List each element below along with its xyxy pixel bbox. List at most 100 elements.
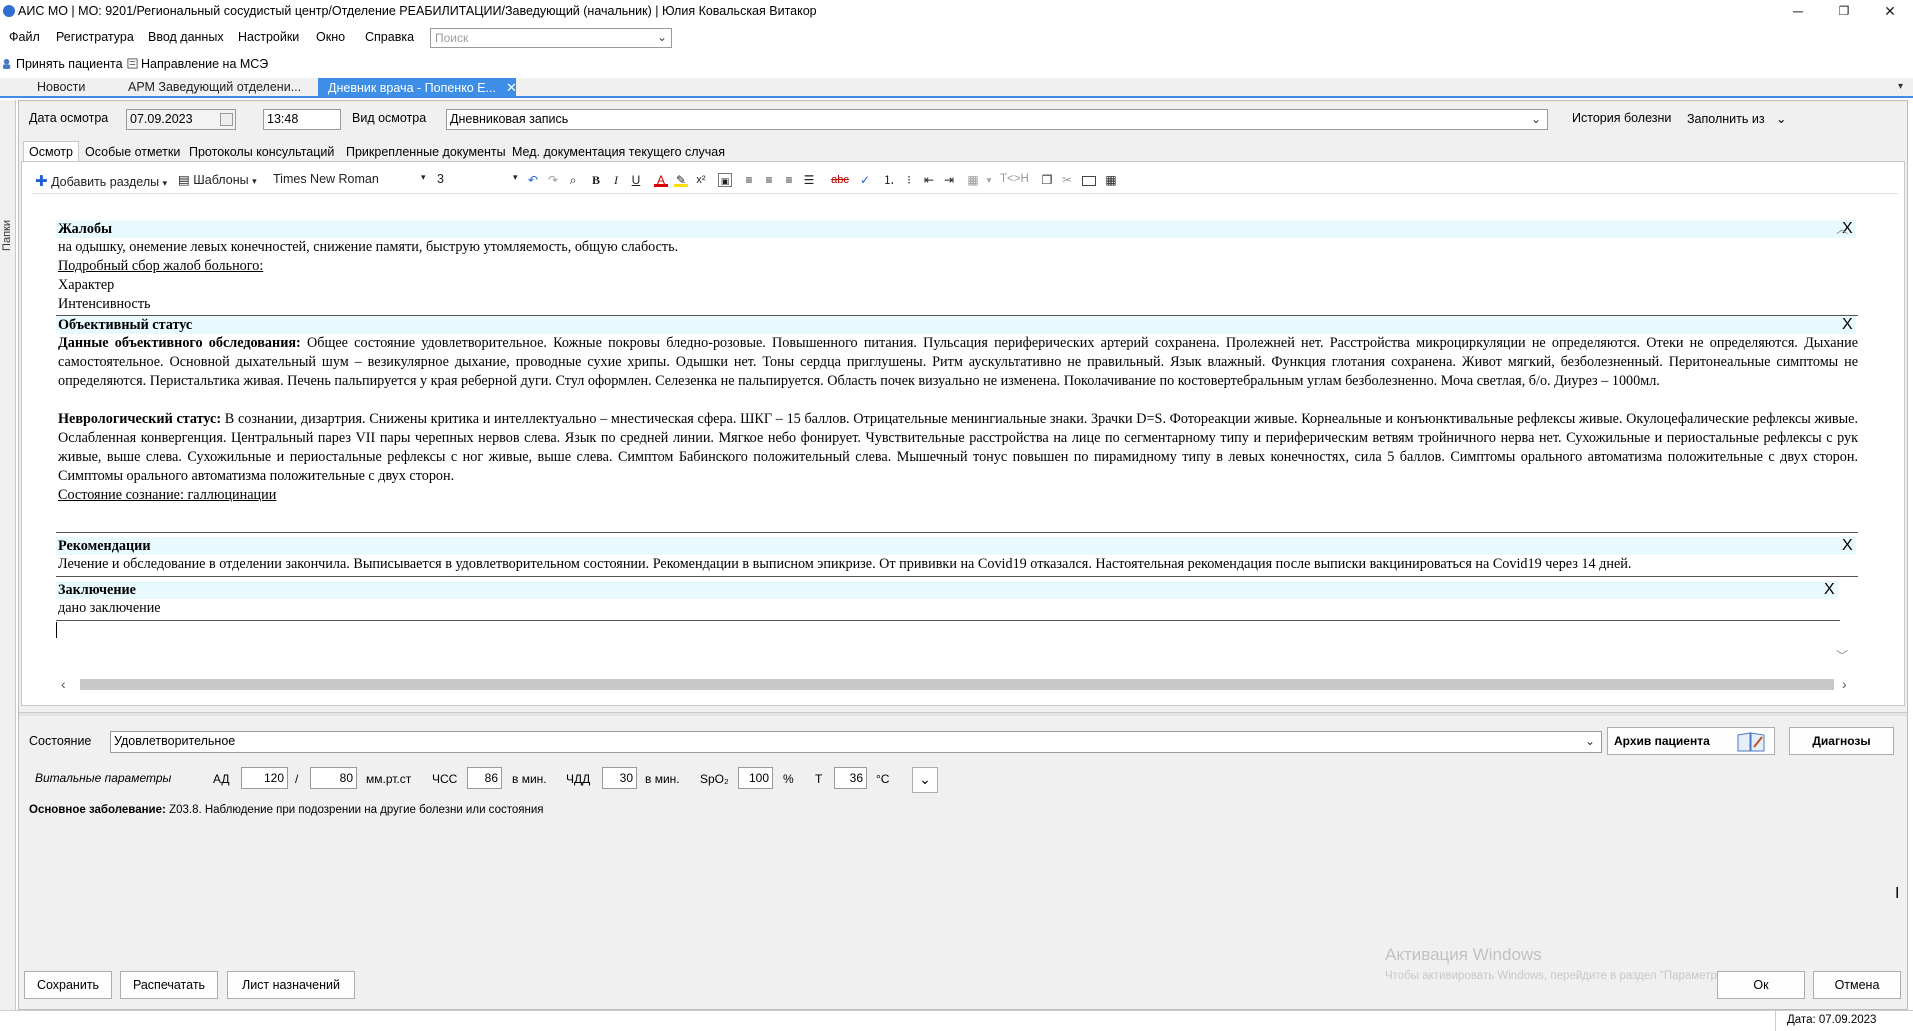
state-select[interactable]: Удовлетворительное ⌄ xyxy=(110,731,1602,753)
temp-label: Т xyxy=(815,772,823,786)
title-bar: АИС МО | МО: 9201/Региональный сосудисты… xyxy=(0,0,1913,24)
minimize-button[interactable]: ─ xyxy=(1775,0,1821,24)
exam-type-select[interactable]: Дневниковая запись ⌄ xyxy=(446,109,1548,130)
align-center-icon[interactable]: ≡ xyxy=(762,173,776,187)
insert-table-icon[interactable]: ▦ xyxy=(1104,173,1118,187)
fill-from-button[interactable]: Заполнить из ⌄ xyxy=(1687,111,1787,126)
search-input[interactable]: Поиск ⌄ xyxy=(430,28,672,48)
template-icon: ▤ xyxy=(178,173,190,187)
chevron-down-icon: ⌄ xyxy=(919,771,931,787)
temp-input[interactable]: 36 xyxy=(834,767,867,789)
main-disease-value: Z03.8. Наблюдение при подозрении на друг… xyxy=(169,804,544,816)
copy-icon[interactable]: ❐ xyxy=(1040,173,1054,187)
ok-button[interactable]: Ок xyxy=(1717,971,1805,999)
exam-time-field[interactable]: 13:48 xyxy=(263,109,341,130)
redo-icon[interactable]: ↷ xyxy=(546,173,560,187)
left-folders-panel[interactable]: Папки xyxy=(0,100,16,1010)
align-justify-icon[interactable]: ☰ xyxy=(802,173,816,187)
calendar-icon[interactable] xyxy=(220,113,233,126)
splitter[interactable] xyxy=(19,712,1907,716)
scroll-left-icon[interactable]: ‹ xyxy=(61,676,66,692)
add-sections-button[interactable]: ✚ Добавить разделы ▾ xyxy=(35,172,167,190)
tab-doctor-diary[interactable]: Дневник врача - Попенко Е... ✕ xyxy=(318,78,517,98)
paste-icon[interactable]: ▦ xyxy=(966,173,980,187)
bp-unit: мм.рт.ст xyxy=(366,772,412,786)
accept-patient-button[interactable]: Принять пациента xyxy=(2,57,123,71)
italic-button[interactable]: I xyxy=(609,173,623,187)
scroll-down-icon[interactable]: ﹀ xyxy=(1836,647,1850,664)
spo2-label: SpO₂ xyxy=(700,772,729,786)
document-editor[interactable]: Жалобы X на одышку, онемение левых конеч… xyxy=(36,214,1858,676)
outdent-icon[interactable]: ⇤ xyxy=(922,173,936,187)
bp-diastolic-input[interactable]: 80 xyxy=(310,767,357,789)
align-right-icon[interactable]: ≡ xyxy=(782,173,796,187)
spo2-input[interactable]: 100 xyxy=(738,767,773,789)
subtab-special-marks[interactable]: Особые отметки xyxy=(79,141,186,162)
section-divider xyxy=(56,532,1858,533)
rr-input[interactable]: 30 xyxy=(602,767,637,789)
clear-format-icon[interactable]: abc xyxy=(826,173,854,187)
section-recommendations-title: Рекомендации xyxy=(58,538,151,554)
subtab-attached-docs[interactable]: Прикрепленные документы xyxy=(340,141,512,162)
print-button[interactable]: Распечатать xyxy=(120,971,218,999)
close-tab-icon[interactable]: ✕ xyxy=(506,80,517,95)
save-button[interactable]: Сохранить xyxy=(24,971,112,999)
close-section-conclusion-icon[interactable]: X xyxy=(1824,581,1835,599)
replace-text-button[interactable]: T<>H xyxy=(1000,173,1029,185)
accept-patient-icon xyxy=(2,58,11,69)
patient-archive-button[interactable]: Архив пациента xyxy=(1607,727,1775,755)
search-placeholder: Поиск xyxy=(435,31,469,45)
insert-textbox-icon[interactable] xyxy=(1082,176,1096,186)
font-size-select[interactable]: 3 ▾ xyxy=(437,172,522,186)
expand-vitals-button[interactable]: ⌄ xyxy=(912,767,938,793)
indent-icon[interactable]: ⇥ xyxy=(942,173,956,187)
subtab-case-docs[interactable]: Мед. документация текущего случая xyxy=(506,141,731,162)
menu-help[interactable]: Справка xyxy=(365,30,414,44)
close-window-button[interactable]: ✕ xyxy=(1867,0,1913,24)
bold-button[interactable]: B xyxy=(589,173,603,187)
align-left-icon[interactable]: ≡ xyxy=(742,173,756,187)
menu-settings[interactable]: Настройки xyxy=(238,30,299,44)
neuro-status-label: Неврологический статус: xyxy=(58,411,222,427)
superscript-icon[interactable]: x² xyxy=(694,173,708,187)
tab-news[interactable]: Новости xyxy=(37,78,85,98)
subtab-consultations[interactable]: Протоколы консультаций xyxy=(183,141,340,162)
horizontal-scrollbar[interactable]: ‹ › xyxy=(36,676,1858,692)
diagnoses-button[interactable]: Диагнозы xyxy=(1789,727,1894,755)
scroll-up-icon[interactable]: ︿ xyxy=(1836,220,1850,237)
menu-window[interactable]: Окно xyxy=(316,30,345,44)
tab-list-icon[interactable]: ▾ xyxy=(1898,81,1903,92)
dropdown-arrow-icon[interactable]: ▾ xyxy=(982,173,996,187)
maximize-button[interactable]: ❐ xyxy=(1821,0,1867,24)
scroll-thumb[interactable] xyxy=(80,679,1834,690)
scroll-right-icon[interactable]: › xyxy=(1842,676,1847,692)
subtab-exam[interactable]: Осмотр xyxy=(23,141,79,162)
font-name-select[interactable]: Times New Roman ▾ xyxy=(273,172,429,186)
insert-field-icon[interactable]: ▣ xyxy=(718,173,732,187)
numbered-list-icon[interactable]: ⒈ xyxy=(882,173,896,187)
menu-data-entry[interactable]: Ввод данных xyxy=(148,30,224,44)
cut-icon[interactable]: ✂ xyxy=(1060,173,1074,187)
hr-input[interactable]: 86 xyxy=(467,767,502,789)
templates-button[interactable]: ▤ Шаблоны ▾ xyxy=(178,172,257,187)
status-bar: Дата: 07.09.2023 xyxy=(0,1010,1913,1031)
font-color-icon[interactable]: A xyxy=(654,173,668,187)
exam-date-field[interactable]: 07.09.2023 xyxy=(126,109,236,130)
chevron-down-icon[interactable]: ⌄ xyxy=(657,30,667,44)
prescriptions-button[interactable]: Лист назначений xyxy=(227,971,355,999)
history-button[interactable]: История болезни xyxy=(1572,111,1671,125)
accept-patient-label: Принять пациента xyxy=(16,57,123,71)
undo-icon[interactable]: ↶ xyxy=(526,173,540,187)
highlight-icon[interactable]: ✎ xyxy=(674,173,688,187)
cancel-button[interactable]: Отмена xyxy=(1813,971,1901,999)
find-icon[interactable]: ⌕ xyxy=(566,173,580,187)
tab-arm-head[interactable]: АРМ Заведующий отделени... xyxy=(128,78,301,98)
bp-systolic-input[interactable]: 120 xyxy=(241,767,288,789)
menu-registry[interactable]: Регистратура xyxy=(56,30,134,44)
menu-file[interactable]: Файл xyxy=(9,30,40,44)
vertical-scrollbar[interactable]: ︿ ﹀ xyxy=(1836,220,1850,664)
bullet-list-icon[interactable]: ⁝ xyxy=(902,173,916,187)
mse-referral-button[interactable]: Направление на МСЭ xyxy=(127,57,268,71)
underline-button[interactable]: U xyxy=(629,173,643,187)
spellcheck-icon[interactable]: ✓ xyxy=(858,173,872,187)
